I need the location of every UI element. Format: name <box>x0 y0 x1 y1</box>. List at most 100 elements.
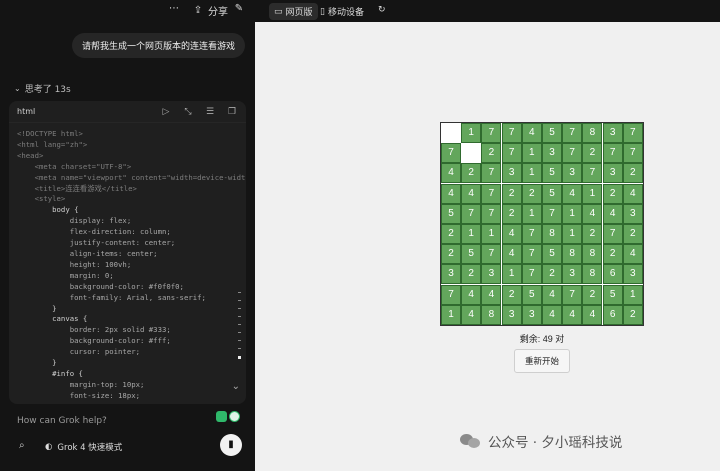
game-cell[interactable]: 2 <box>501 284 522 305</box>
voice-button[interactable]: ▮ <box>220 434 242 456</box>
game-cell[interactable]: 7 <box>501 143 522 164</box>
game-cell[interactable]: 7 <box>542 203 562 224</box>
game-cell[interactable]: 2 <box>521 183 542 204</box>
game-cell[interactable]: 4 <box>562 304 583 325</box>
chat-input[interactable]: How can Grok help? <box>17 416 107 426</box>
game-cell[interactable]: 3 <box>602 123 623 143</box>
game-cell[interactable]: 7 <box>441 284 461 305</box>
game-cell[interactable]: 2 <box>602 183 623 204</box>
collapse-icon[interactable]: ⤡ <box>182 107 194 117</box>
game-cell[interactable]: 2 <box>582 284 603 305</box>
game-cell[interactable]: 4 <box>582 203 603 224</box>
game-cell[interactable]: 2 <box>542 264 562 285</box>
game-cell[interactable]: 5 <box>542 244 562 265</box>
game-cell[interactable]: 4 <box>562 183 583 204</box>
game-board[interactable]: 1774578377271372774273153732447225412457… <box>440 122 644 326</box>
game-cell[interactable]: 4 <box>582 304 603 325</box>
game-cell[interactable]: 3 <box>481 264 502 285</box>
game-cell[interactable]: 4 <box>461 183 482 204</box>
game-cell[interactable]: 1 <box>582 183 603 204</box>
scroll-indicator[interactable] <box>238 292 242 366</box>
game-cell[interactable]: 4 <box>521 123 542 143</box>
grammar-icon[interactable] <box>229 411 240 422</box>
game-cell[interactable]: 4 <box>461 304 482 325</box>
scroll-down-icon[interactable]: ⌄ <box>232 381 240 392</box>
game-cell[interactable]: 7 <box>622 143 643 164</box>
game-cell[interactable]: 5 <box>461 244 482 265</box>
game-cell[interactable]: 2 <box>501 203 522 224</box>
refresh-button[interactable]: ↻ <box>373 3 391 17</box>
game-cell[interactable]: 4 <box>461 284 482 305</box>
game-cell[interactable]: 7 <box>521 244 542 265</box>
game-cell[interactable]: 4 <box>481 284 502 305</box>
game-cell[interactable]: 4 <box>501 224 522 244</box>
game-cell[interactable]: 1 <box>622 284 643 305</box>
game-cell[interactable]: 4 <box>501 244 522 265</box>
game-cell[interactable]: 7 <box>441 143 461 164</box>
game-cell[interactable]: 1 <box>521 203 542 224</box>
game-cell[interactable]: 3 <box>521 304 542 325</box>
game-cell[interactable]: 3 <box>562 163 583 184</box>
game-cell[interactable]: 7 <box>622 123 643 143</box>
game-cell[interactable]: 1 <box>481 224 502 244</box>
game-cell[interactable]: 7 <box>481 203 502 224</box>
game-cell[interactable]: 8 <box>582 264 603 285</box>
attach-icon[interactable]: ⌕ <box>19 440 25 451</box>
game-cell[interactable]: 2 <box>622 163 643 184</box>
game-cell[interactable]: 1 <box>562 224 583 244</box>
game-cell[interactable]: 2 <box>441 224 461 244</box>
share-button[interactable]: ⇪ 分享 <box>192 3 228 19</box>
game-cell[interactable]: 8 <box>481 304 502 325</box>
game-cell[interactable]: 7 <box>602 224 623 244</box>
game-cell[interactable]: 2 <box>622 304 643 325</box>
tab-mobile[interactable]: ▯ 移动设备 <box>315 3 369 20</box>
game-cell[interactable]: 1 <box>521 143 542 164</box>
game-cell[interactable]: 5 <box>602 284 623 305</box>
game-cell[interactable]: 2 <box>461 163 482 184</box>
edit-button[interactable]: ✎ <box>233 3 245 15</box>
game-cell[interactable]: 2 <box>582 143 603 164</box>
game-cell[interactable]: 5 <box>542 183 562 204</box>
game-cell[interactable]: 7 <box>481 183 502 204</box>
game-cell[interactable]: 1 <box>521 163 542 184</box>
game-cell[interactable]: 4 <box>602 203 623 224</box>
game-cell[interactable]: 4 <box>441 163 461 184</box>
game-cell[interactable]: 4 <box>622 183 643 204</box>
game-cell[interactable]: 4 <box>622 244 643 265</box>
game-cell[interactable]: 2 <box>501 183 522 204</box>
game-cell[interactable]: 6 <box>602 304 623 325</box>
game-cell[interactable]: 2 <box>582 224 603 244</box>
extension-icon[interactable] <box>216 411 227 422</box>
run-icon[interactable]: ▷ <box>160 107 172 117</box>
game-cell[interactable]: 8 <box>542 224 562 244</box>
game-cell[interactable]: 7 <box>562 123 583 143</box>
restart-button[interactable]: 重新开始 <box>514 349 570 373</box>
game-cell[interactable]: 7 <box>481 123 502 143</box>
game-cell-empty[interactable] <box>461 143 482 164</box>
game-cell[interactable]: 5 <box>441 203 461 224</box>
game-cell[interactable]: 7 <box>602 143 623 164</box>
game-cell[interactable]: 1 <box>562 203 583 224</box>
game-cell[interactable]: 1 <box>461 224 482 244</box>
game-cell[interactable]: 7 <box>562 143 583 164</box>
game-cell[interactable]: 5 <box>521 284 542 305</box>
game-cell[interactable]: 7 <box>521 264 542 285</box>
game-cell[interactable]: 1 <box>501 264 522 285</box>
game-cell[interactable]: 2 <box>441 244 461 265</box>
game-cell[interactable]: 3 <box>501 304 522 325</box>
game-cell[interactable]: 1 <box>461 123 482 143</box>
game-cell-empty[interactable] <box>441 123 461 143</box>
game-cell[interactable]: 4 <box>542 304 562 325</box>
more-button[interactable]: ⋯ <box>168 3 180 15</box>
game-cell[interactable]: 3 <box>622 264 643 285</box>
game-cell[interactable]: 8 <box>582 123 603 143</box>
wrap-icon[interactable]: ☰ <box>204 107 216 117</box>
game-cell[interactable]: 7 <box>521 224 542 244</box>
game-cell[interactable]: 3 <box>622 203 643 224</box>
thinking-toggle[interactable]: ⌄ 思考了 13s <box>14 82 71 95</box>
model-selector[interactable]: ◐ Grok 4 快速模式 <box>45 441 122 453</box>
game-cell[interactable]: 4 <box>441 183 461 204</box>
game-cell[interactable]: 7 <box>501 123 522 143</box>
game-cell[interactable]: 3 <box>602 163 623 184</box>
game-cell[interactable]: 7 <box>461 203 482 224</box>
